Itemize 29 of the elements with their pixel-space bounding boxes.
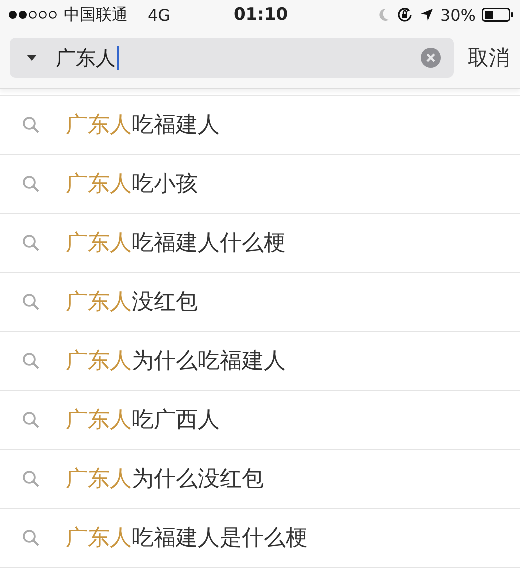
suggestion-item[interactable]: 广东人吃福建人是什么梗 bbox=[0, 509, 520, 568]
suggestion-item[interactable]: 广东人为什么吃福建人 bbox=[0, 332, 520, 391]
search-icon bbox=[22, 352, 40, 370]
search-icon bbox=[22, 293, 40, 311]
moon-icon bbox=[378, 8, 390, 22]
rotation-lock-icon bbox=[396, 6, 414, 24]
suggestion-item[interactable]: 广东人为什么没红包 bbox=[0, 450, 520, 509]
battery-percent: 30% bbox=[440, 6, 476, 24]
signal-icon bbox=[8, 10, 58, 20]
search-icon bbox=[22, 411, 40, 429]
battery-icon bbox=[482, 8, 514, 22]
suggestion-item[interactable]: 广东人吃福建人 bbox=[0, 96, 520, 155]
clock-time: 01:10 bbox=[234, 5, 288, 25]
search-field[interactable]: 广东人 bbox=[10, 38, 454, 78]
dropdown-caret-icon bbox=[26, 54, 38, 62]
carrier-name: 中国联通 bbox=[64, 4, 128, 26]
suggestion-item[interactable]: 广东人没红包 bbox=[0, 273, 520, 332]
search-icon bbox=[22, 529, 40, 547]
search-icon bbox=[22, 175, 40, 193]
clear-icon[interactable] bbox=[420, 47, 442, 69]
search-icon bbox=[22, 470, 40, 488]
search-icon bbox=[22, 116, 40, 134]
suggestion-item[interactable]: 广东人吃小孩 bbox=[0, 155, 520, 214]
suggestion-item[interactable]: 广东人吃广西人 bbox=[0, 391, 520, 450]
search-icon bbox=[22, 234, 40, 252]
location-arrow-icon bbox=[420, 8, 434, 22]
network-type: 4G bbox=[148, 6, 171, 24]
suggestion-item[interactable]: 广东人吃福建人什么梗 bbox=[0, 214, 520, 273]
cancel-button[interactable]: 取消 bbox=[468, 44, 510, 72]
